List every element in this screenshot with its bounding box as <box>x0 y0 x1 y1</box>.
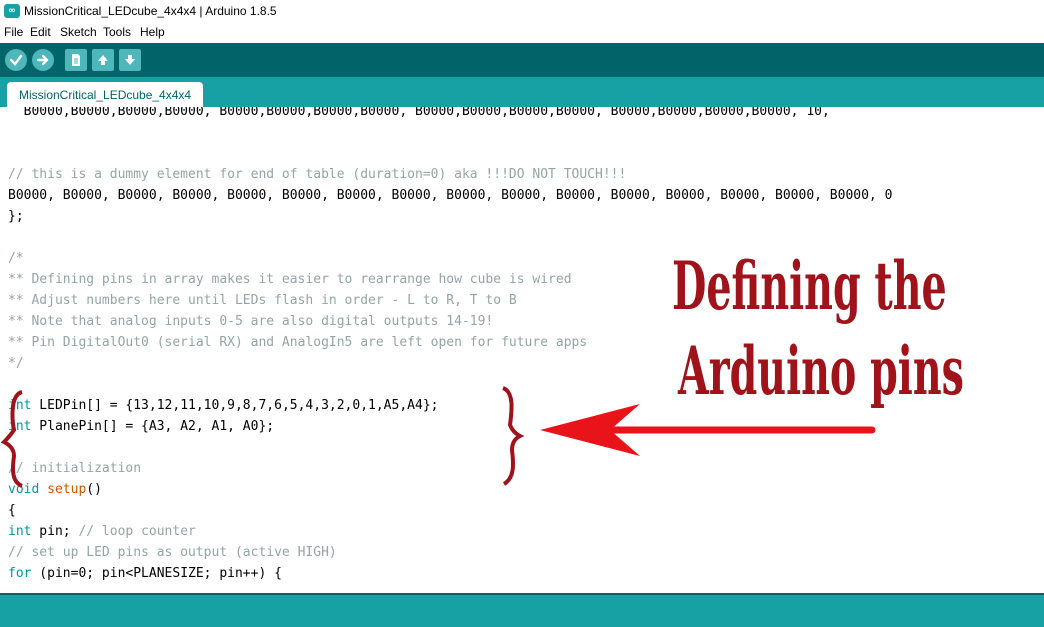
code-editor[interactable]: B0000,B0000,B0000,B0000, B0000,B0000,B00… <box>0 107 1044 593</box>
code-line-ledpin: int LEDPin[] = {13,12,11,10,9,8,7,6,5,4,… <box>8 398 439 413</box>
status-bar <box>0 593 1044 627</box>
code-comment: ** Defining pins in array makes it easie… <box>8 272 572 287</box>
code-line-planepin: int PlanePin[] = {A3, A2, A1, A0}; <box>8 419 275 434</box>
tab-strip: MissionCritical_LEDcube_4x4x4 <box>0 77 1044 107</box>
tab-sketch[interactable]: MissionCritical_LEDcube_4x4x4 <box>7 82 204 107</box>
arduino-logo-icon: ∞ <box>4 4 20 18</box>
code-comment: /* <box>8 251 24 266</box>
checkmark-icon <box>9 54 23 66</box>
code-line: B0000,B0000,B0000,B0000, B0000,B0000,B00… <box>8 107 830 119</box>
new-file-icon <box>72 54 80 66</box>
code-line: B0000, B0000, B0000, B0000, B0000, B0000… <box>8 188 893 203</box>
code-line-setup: void setup() <box>8 482 102 497</box>
arrow-right-icon <box>36 54 49 66</box>
menu-help[interactable]: Help <box>140 25 165 39</box>
upload-button[interactable] <box>32 49 54 71</box>
open-button[interactable] <box>92 49 114 71</box>
code-comment: */ <box>8 356 24 371</box>
code-line: { <box>8 503 16 518</box>
menu-sketch[interactable]: Sketch <box>60 25 97 39</box>
toolbar <box>0 43 1044 77</box>
code-line-comment: // this is a dummy element for end of ta… <box>8 167 626 182</box>
verify-button[interactable] <box>5 49 27 71</box>
code-line: int pin; // loop counter <box>8 524 196 539</box>
code-line: }; <box>8 209 24 224</box>
menu-tools[interactable]: Tools <box>103 25 131 39</box>
arrow-up-icon <box>98 55 108 65</box>
code-line: for (pin=0; pin<PLANESIZE; pin++) { <box>8 566 282 581</box>
window-title: MissionCritical_LEDcube_4x4x4 | Arduino … <box>24 4 277 18</box>
save-button[interactable] <box>119 49 141 71</box>
title-bar: ∞ MissionCritical_LEDcube_4x4x4 | Arduin… <box>0 0 1044 24</box>
menu-file[interactable]: File <box>4 25 23 39</box>
new-button[interactable] <box>65 49 87 71</box>
code-comment: // initialization <box>8 461 142 476</box>
code-comment: // this is a dummy element for end of ta… <box>8 167 627 182</box>
code-line: // set up LED pins as output (active HIG… <box>8 545 337 560</box>
menu-edit[interactable]: Edit <box>30 25 51 39</box>
arrow-down-icon <box>125 55 135 65</box>
code-comment: ** Pin DigitalOut0 (serial RX) and Analo… <box>8 335 588 350</box>
code-comment: ** Note that analog inputs 0-5 are also … <box>8 314 494 329</box>
code-comment: ** Adjust numbers here until LEDs flash … <box>8 293 517 308</box>
menu-bar: File Edit Sketch Tools Help <box>0 23 1044 43</box>
